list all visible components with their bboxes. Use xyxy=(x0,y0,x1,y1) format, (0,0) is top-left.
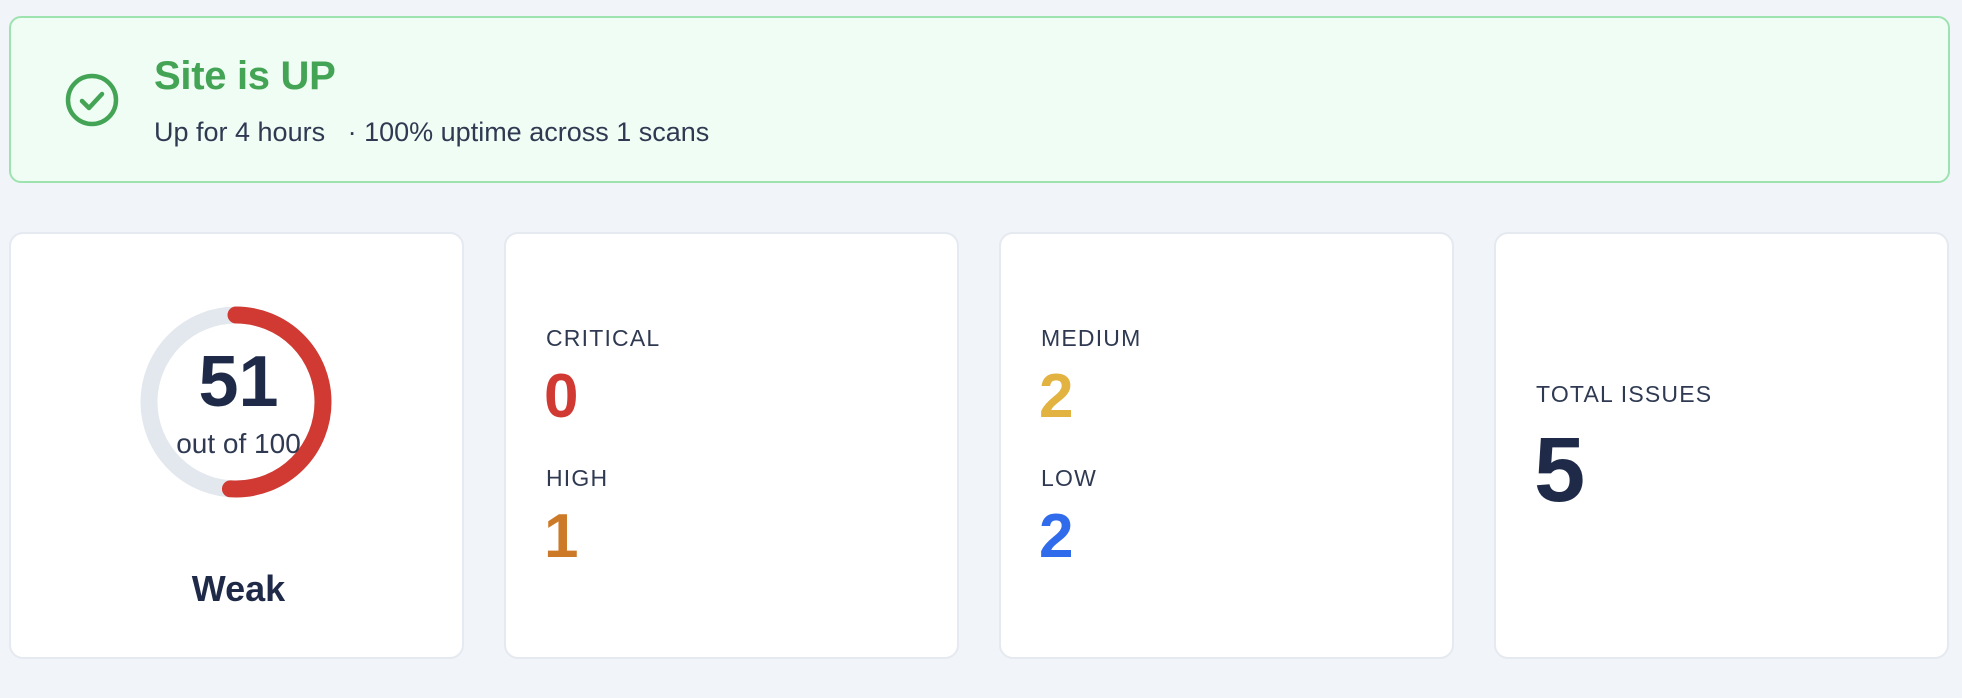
critical-count: 0 xyxy=(544,362,579,431)
score-rating: Weak xyxy=(191,568,286,609)
uptime-detail: · 100% uptime across 1 scans xyxy=(347,117,710,147)
low-label: LOW xyxy=(1041,465,1097,491)
status-title: Site is UP xyxy=(154,54,336,98)
check-circle-icon xyxy=(65,73,119,127)
total-issues-card: TOTAL ISSUES 5 xyxy=(1494,232,1949,659)
medium-label: MEDIUM xyxy=(1041,325,1142,351)
high-count: 1 xyxy=(544,502,579,571)
critical-label: CRITICAL xyxy=(546,325,661,351)
medium-low-card: MEDIUM 2 LOW 2 xyxy=(999,232,1454,659)
high-label: HIGH xyxy=(546,465,609,491)
medium-count: 2 xyxy=(1039,362,1074,431)
score-max-label: out of 100 xyxy=(176,428,301,459)
security-score-card: 51 out of 100 Weak xyxy=(9,232,464,659)
total-issues-label: TOTAL ISSUES xyxy=(1536,381,1713,407)
status-banner: Site is UP Up for 4 hours · 100% uptime … xyxy=(9,16,1950,183)
uptime-duration: Up for 4 hours xyxy=(154,117,326,147)
critical-high-card: CRITICAL 0 HIGH 1 xyxy=(504,232,959,659)
total-issues-count: 5 xyxy=(1534,419,1586,521)
score-value: 51 xyxy=(198,342,279,422)
low-count: 2 xyxy=(1039,502,1074,571)
status-subtitle: Up for 4 hours · 100% uptime across 1 sc… xyxy=(154,117,709,148)
